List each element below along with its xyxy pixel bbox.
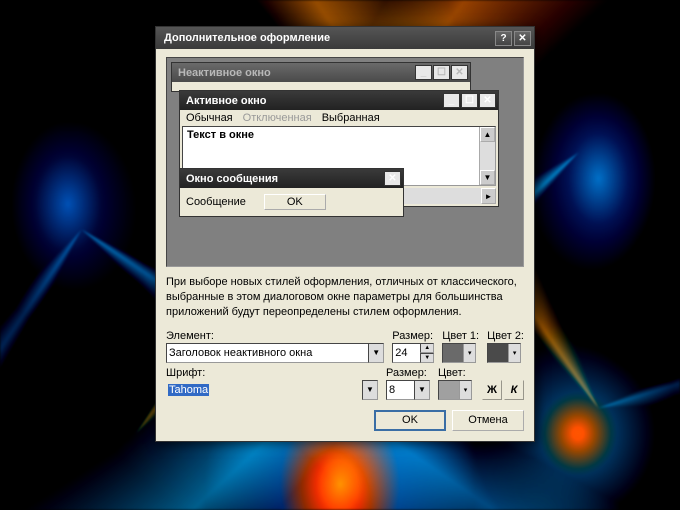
element-combo[interactable]: ▼	[166, 343, 384, 363]
msgbox-title: Окно сообщения	[186, 173, 383, 185]
msgbox-titlebar: Окно сообщения ✕	[180, 169, 403, 188]
chevron-down-icon[interactable]: ▾	[459, 381, 471, 399]
color1-label: Цвет 1:	[442, 330, 479, 342]
menu-disabled: Отключенная	[243, 112, 312, 124]
color1-picker[interactable]: ▾	[442, 343, 476, 363]
color2-swatch	[488, 344, 508, 362]
spin-down-icon[interactable]: ▼	[420, 353, 434, 363]
description-text: При выборе новых стилей оформления, отли…	[166, 275, 524, 320]
msgbox-text: Сообщение	[186, 196, 246, 208]
chevron-down-icon[interactable]: ▾	[463, 344, 475, 362]
dialog-title: Дополнительное оформление	[164, 32, 493, 44]
close-icon: ✕	[479, 93, 496, 108]
preview-inactive-window: Неактивное окно _ ☐ ✕	[171, 62, 471, 92]
chevron-down-icon[interactable]: ▾	[508, 344, 520, 362]
font-input[interactable]: Tahoma	[166, 380, 362, 400]
chevron-down-icon[interactable]: ▼	[414, 380, 430, 400]
font-label: Шрифт:	[166, 367, 378, 379]
msgbox-ok-button: OK	[264, 194, 326, 210]
font-combo[interactable]: Tahoma ▼	[166, 380, 378, 400]
preview-area: Неактивное окно _ ☐ ✕ Активное окно _ ☐ …	[166, 57, 524, 267]
maximize-icon: ☐	[433, 65, 450, 80]
bold-button[interactable]: Ж	[482, 380, 502, 400]
font-color-picker[interactable]: ▾	[438, 380, 472, 400]
font-color-swatch	[439, 381, 459, 399]
size-label: Размер:	[392, 330, 434, 342]
menu-normal: Обычная	[186, 112, 233, 124]
font-size-label: Размер:	[386, 367, 430, 379]
maximize-icon: ☐	[461, 93, 478, 108]
minimize-icon: _	[415, 65, 432, 80]
chevron-down-icon[interactable]: ▼	[368, 343, 384, 363]
active-window-titlebar: Активное окно _ ☐ ✕	[180, 91, 498, 110]
inactive-window-title: Неактивное окно	[178, 67, 414, 79]
minimize-icon: _	[443, 93, 460, 108]
preview-message-box: Окно сообщения ✕ Сообщение OK	[179, 168, 404, 217]
chevron-down-icon[interactable]: ▼	[362, 380, 378, 400]
textarea-content: Текст в окне	[187, 129, 254, 141]
close-icon: ✕	[451, 65, 468, 80]
ok-button[interactable]: OK	[374, 410, 446, 431]
vertical-scrollbar: ▲ ▼	[479, 127, 495, 185]
spin-up-icon[interactable]: ▲	[420, 343, 434, 353]
close-icon: ✕	[384, 171, 401, 186]
element-size-spinner[interactable]: ▲ ▼	[392, 343, 434, 363]
cancel-button[interactable]: Отмена	[452, 410, 524, 431]
color1-swatch	[443, 344, 463, 362]
menu-selected: Выбранная	[322, 112, 380, 124]
color2-picker[interactable]: ▾	[487, 343, 521, 363]
italic-button[interactable]: К	[504, 380, 524, 400]
font-size-input[interactable]	[386, 380, 414, 400]
dialog-client: Неактивное окно _ ☐ ✕ Активное окно _ ☐ …	[156, 49, 534, 441]
element-label: Элемент:	[166, 330, 384, 342]
help-button[interactable]: ?	[495, 31, 512, 46]
inactive-window-titlebar: Неактивное окно _ ☐ ✕	[172, 63, 470, 82]
color2-label: Цвет 2:	[487, 330, 524, 342]
active-window-title: Активное окно	[186, 95, 442, 107]
scroll-right-icon: ►	[481, 188, 496, 204]
font-color-label: Цвет:	[438, 367, 472, 379]
element-input[interactable]	[166, 343, 368, 363]
preview-menubar: Обычная Отключенная Выбранная	[180, 110, 498, 126]
element-size-input[interactable]	[392, 343, 420, 363]
scroll-up-icon: ▲	[480, 127, 495, 142]
close-button[interactable]: ✕	[514, 31, 531, 46]
appearance-dialog: Дополнительное оформление ? ✕ Неактивное…	[155, 26, 535, 442]
dialog-titlebar[interactable]: Дополнительное оформление ? ✕	[156, 27, 534, 49]
scroll-down-icon: ▼	[480, 170, 495, 185]
font-size-combo[interactable]: ▼	[386, 380, 430, 400]
